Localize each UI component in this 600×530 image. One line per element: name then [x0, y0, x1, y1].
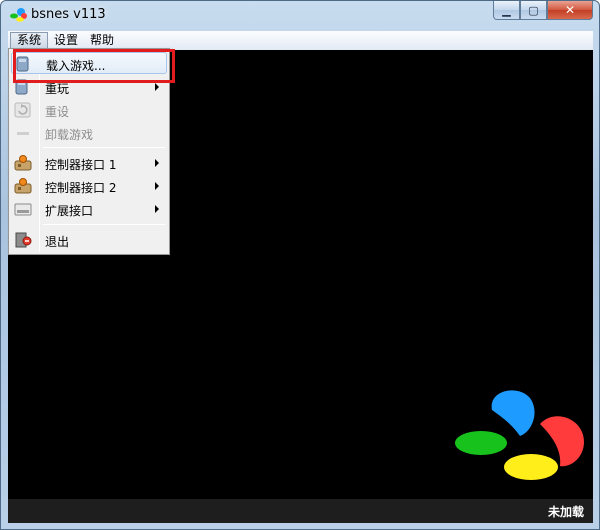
menu-item-controller-port-1[interactable]: 控制器接口 1 — [11, 152, 167, 174]
controller-port-icon — [14, 155, 32, 171]
logo-green-blob — [455, 431, 507, 455]
menu-help[interactable]: 帮助 — [84, 32, 120, 49]
menu-item-expansion-port[interactable]: 扩展接口 — [11, 198, 167, 220]
menu-label-unload-game: 卸载游戏 — [45, 128, 94, 142]
submenu-arrow-icon — [155, 83, 159, 91]
window-title: bsnes v113 — [31, 7, 106, 22]
menu-item-quit[interactable]: 退出 — [11, 229, 167, 251]
menu-label-expansion-port: 扩展接口 — [45, 204, 94, 218]
title-bar[interactable]: bsnes v113 ▁ ▢ ✕ — [1, 1, 599, 31]
reset-icon — [14, 102, 31, 118]
unload-icon — [17, 132, 29, 135]
exit-door-icon — [15, 232, 32, 248]
snes-logo — [455, 390, 584, 480]
minimize-icon: ▁ — [502, 3, 511, 17]
window-controls: ▁ ▢ ✕ — [493, 1, 593, 21]
logo-blue-blob — [491, 390, 535, 436]
status-text: 未加载 — [547, 505, 584, 519]
submenu-arrow-icon — [155, 159, 159, 167]
menu-label-quit: 退出 — [45, 235, 70, 249]
status-bar: 未加载 — [8, 499, 593, 523]
submenu-arrow-icon — [155, 205, 159, 213]
logo-yellow-blob — [504, 454, 558, 480]
maximize-icon: ▢ — [528, 3, 539, 17]
menu-separator — [43, 224, 165, 225]
menu-settings[interactable]: 设置 — [48, 32, 84, 49]
close-button[interactable]: ✕ — [547, 1, 593, 20]
menu-system[interactable]: 系统 — [10, 32, 49, 49]
submenu-arrow-icon — [155, 182, 159, 190]
close-icon: ✕ — [564, 3, 576, 17]
menu-label-controller-port-2: 控制器接口 2 — [45, 181, 117, 195]
menu-label-controller-port-1: 控制器接口 1 — [45, 158, 117, 172]
menu-item-reset[interactable]: 重设 — [11, 99, 167, 121]
highlight-box — [13, 49, 175, 83]
menu-item-controller-port-2[interactable]: 控制器接口 2 — [11, 175, 167, 197]
expansion-port-icon — [14, 203, 32, 216]
minimize-button[interactable]: ▁ — [493, 1, 520, 20]
controller-port-icon — [14, 178, 32, 194]
menu-label-reset: 重设 — [45, 105, 70, 119]
maximize-button[interactable]: ▢ — [520, 1, 547, 20]
bsnes-app-icon — [10, 8, 27, 22]
menu-separator — [43, 147, 165, 148]
menu-item-unload-game[interactable]: 卸载游戏 — [11, 122, 167, 144]
